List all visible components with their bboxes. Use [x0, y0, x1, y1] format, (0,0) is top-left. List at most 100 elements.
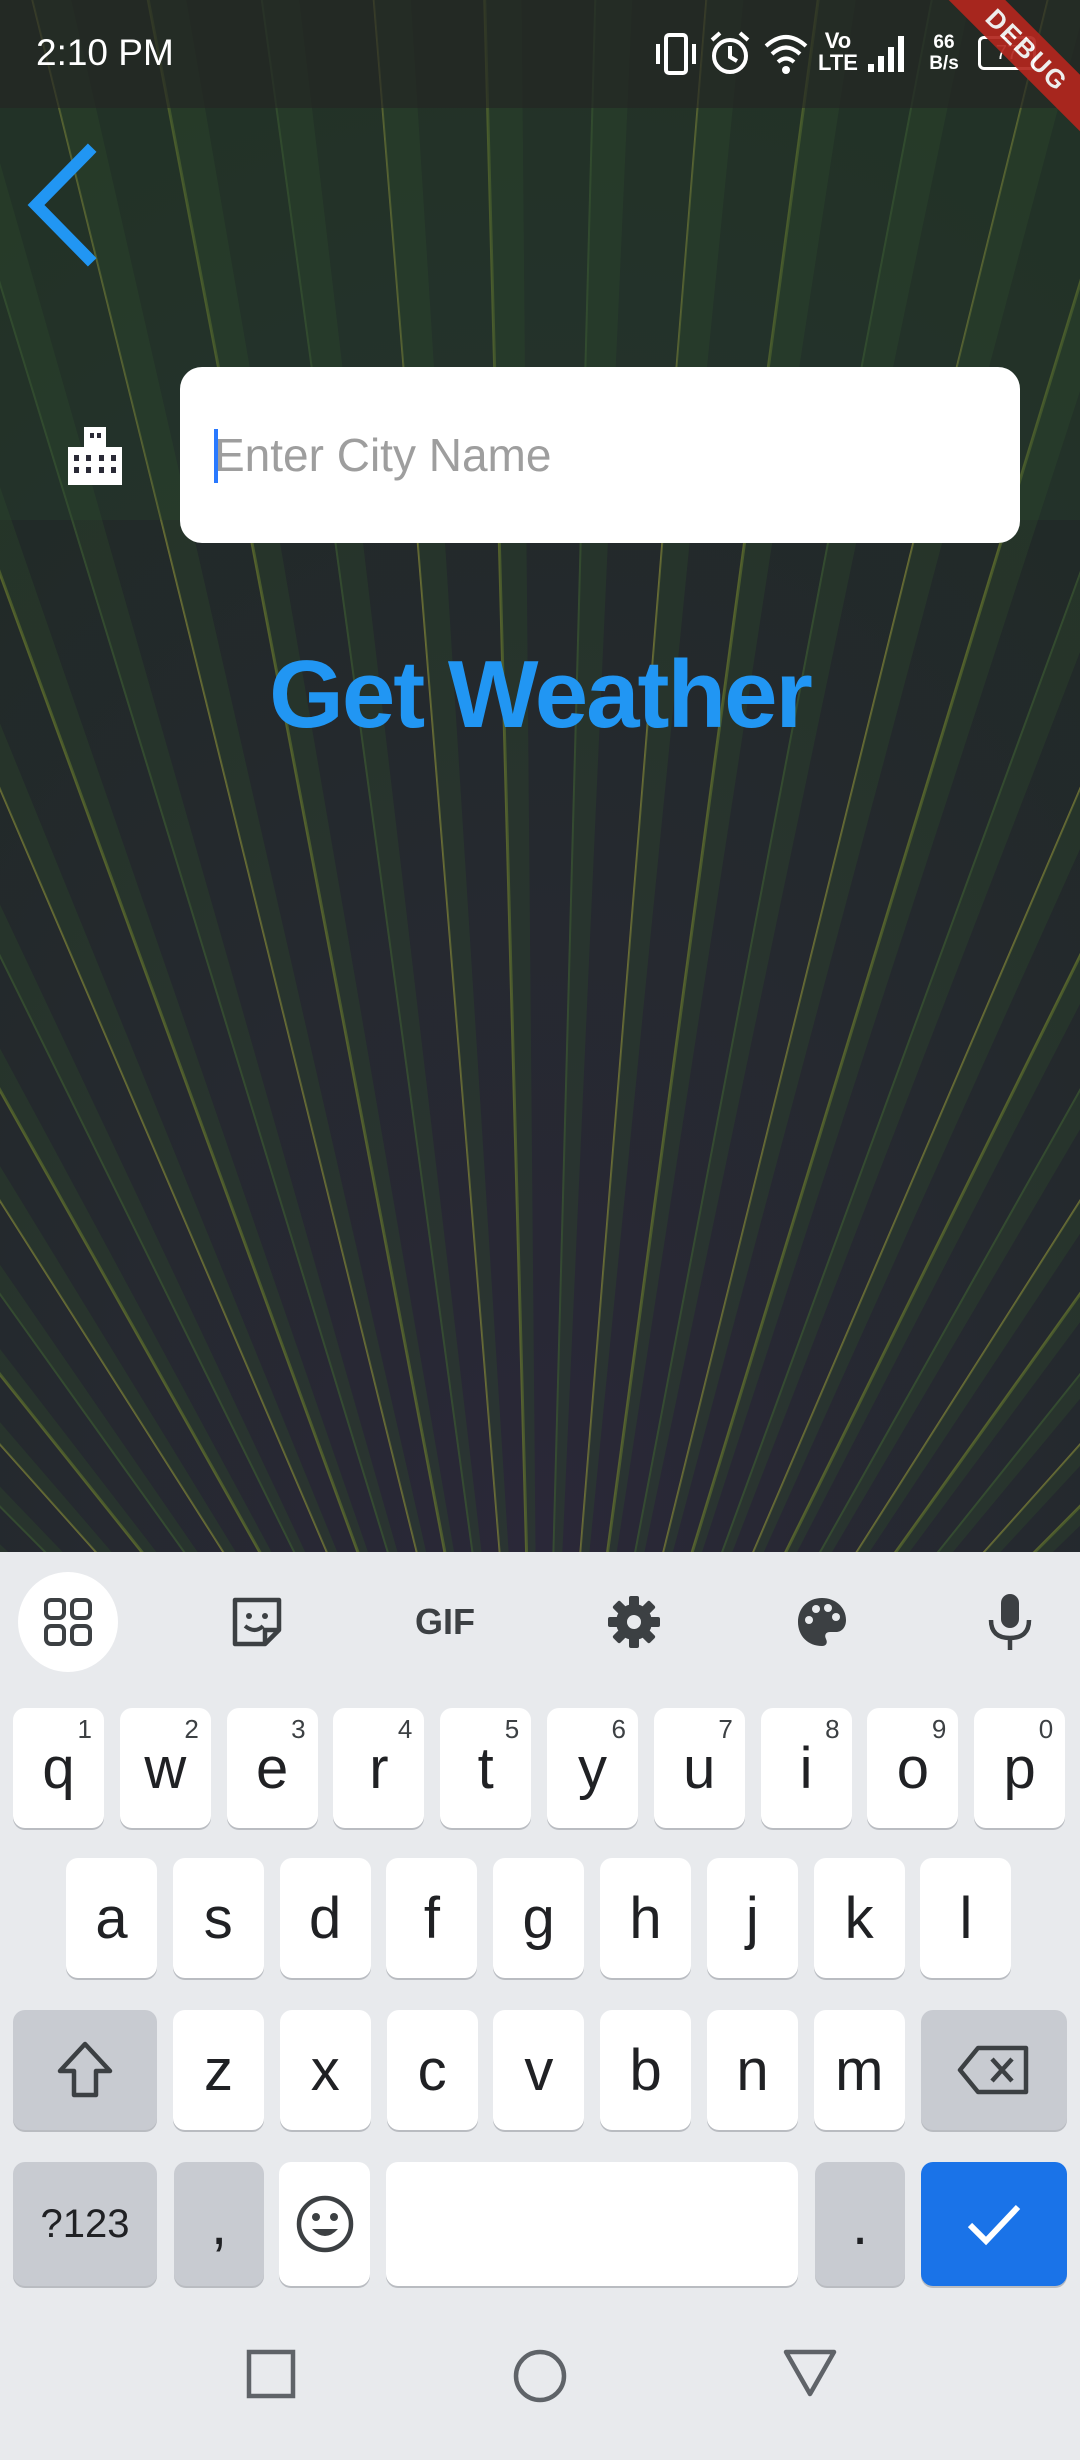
status-bar: 2:10 PM Vo LTE 66 B/s 77 DEBUG — [0, 0, 1080, 146]
voice-input-button[interactable] — [960, 1572, 1060, 1672]
key-hint: 7 — [718, 1714, 733, 1744]
key-n[interactable]: n — [707, 2010, 798, 2130]
city-input-container[interactable] — [180, 367, 1020, 543]
key-u[interactable]: u7 — [653, 1708, 745, 1828]
key-e[interactable]: e3 — [226, 1708, 318, 1828]
key-label: t — [477, 1735, 494, 1801]
key-label: a — [95, 1885, 128, 1951]
key-label: m — [835, 2037, 884, 2103]
signal-icon — [868, 36, 904, 72]
key-label: e — [255, 1735, 289, 1801]
emoji-key[interactable] — [279, 2162, 370, 2286]
key-label: v — [524, 2037, 554, 2103]
text-cursor — [214, 429, 218, 483]
sticker-icon — [232, 1597, 282, 1647]
key-label: p — [1003, 1735, 1036, 1801]
key-y[interactable]: y6 — [547, 1708, 638, 1828]
vibrate-icon — [656, 33, 696, 75]
key-r[interactable]: r4 — [333, 1708, 425, 1828]
theme-button[interactable] — [772, 1572, 872, 1672]
key-x[interactable]: x — [279, 2010, 371, 2130]
key-o[interactable]: o9 — [867, 1708, 959, 1828]
sticker-button[interactable] — [207, 1572, 307, 1672]
key-label: h — [629, 1885, 662, 1951]
settings-icon — [608, 1596, 660, 1648]
key-label: s — [203, 1885, 233, 1951]
key-label: n — [736, 2037, 769, 2103]
volte-indicator: Vo LTE — [818, 28, 858, 75]
key-d[interactable]: d — [279, 1858, 371, 1978]
backspace-icon — [957, 2045, 1029, 2095]
key-hint: 9 — [931, 1714, 947, 1744]
symbols-key[interactable]: ?123 — [13, 2162, 157, 2286]
key-label: u — [683, 1735, 716, 1801]
key-q[interactable]: q1 — [13, 1708, 104, 1828]
key-hint: 4 — [397, 1714, 413, 1744]
palette-icon — [798, 1598, 846, 1646]
key-z[interactable]: z — [173, 2010, 264, 2130]
key-v[interactable]: v — [493, 2010, 585, 2130]
wifi-icon — [764, 35, 808, 74]
key-w[interactable]: w2 — [119, 1708, 211, 1828]
key-g[interactable]: g — [493, 1858, 585, 1978]
keyboard-apps-button[interactable] — [18, 1572, 118, 1672]
chevron-left-icon — [27, 143, 97, 267]
check-icon — [967, 2204, 1021, 2246]
key-hint: 0 — [1038, 1714, 1054, 1744]
city-name-input[interactable] — [214, 367, 994, 543]
status-time: 2:10 PM — [36, 32, 174, 73]
key-j[interactable]: j — [706, 1858, 798, 1978]
emoji-icon — [296, 2195, 353, 2253]
key-label: o — [896, 1735, 930, 1801]
key-label: l — [959, 1885, 973, 1951]
key-label: g — [522, 1885, 555, 1951]
location-city-icon — [68, 427, 122, 485]
key-hint: 6 — [611, 1714, 626, 1744]
key-l[interactable]: l — [920, 1858, 1012, 1978]
comma-key[interactable]: , — [174, 2162, 264, 2286]
key-label: x — [310, 2037, 340, 2103]
key-label: i — [799, 1735, 813, 1801]
background-image — [0, 0, 1080, 1552]
home-icon[interactable] — [512, 2348, 568, 2404]
key-s[interactable]: s — [172, 1858, 264, 1978]
net-speed-indicator: 66 B/s — [929, 32, 959, 74]
key-label: r — [369, 1735, 389, 1801]
key-t[interactable]: t5 — [440, 1708, 532, 1828]
mic-icon — [988, 1594, 1032, 1650]
back-icon[interactable] — [782, 2348, 838, 2400]
keyboard: GIF q 1 w 2 e 3 r 4 t 5 y 6 u 7 i 8 o 9 … — [0, 1552, 1080, 2308]
gif-button[interactable]: GIF — [395, 1572, 495, 1672]
period-key[interactable]: . — [815, 2162, 905, 2286]
key-b[interactable]: b — [600, 2010, 692, 2130]
key-label: f — [423, 1885, 440, 1951]
key-hint: 8 — [825, 1714, 840, 1744]
key-label: b — [629, 2037, 662, 2103]
get-weather-button[interactable]: Get Weather — [0, 640, 1080, 750]
gif-icon: GIF — [415, 1601, 475, 1642]
key-label: k — [844, 1885, 874, 1951]
key-p[interactable]: p0 — [974, 1708, 1066, 1828]
key-label: d — [308, 1885, 342, 1951]
key-i[interactable]: i8 — [760, 1708, 852, 1828]
alarm-icon — [710, 31, 750, 74]
key-k[interactable]: k — [813, 1858, 905, 1978]
shift-icon — [57, 2041, 113, 2098]
back-button[interactable] — [20, 140, 110, 270]
key-label: j — [745, 1885, 759, 1951]
key-hint: 1 — [77, 1714, 92, 1744]
key-m[interactable]: m — [813, 2010, 905, 2130]
done-key[interactable] — [921, 2162, 1067, 2286]
key-hint: 2 — [184, 1714, 199, 1744]
shift-key[interactable] — [13, 2010, 157, 2130]
key-a[interactable]: a — [66, 1858, 157, 1978]
key-label: q — [42, 1735, 75, 1801]
backspace-key[interactable] — [921, 2010, 1067, 2130]
space-key[interactable] — [386, 2162, 798, 2286]
key-f[interactable]: f — [386, 1858, 478, 1978]
key-c[interactable]: c — [386, 2010, 478, 2130]
apps-icon — [44, 1598, 92, 1646]
key-h[interactable]: h — [600, 1858, 691, 1978]
keyboard-settings-button[interactable] — [584, 1572, 684, 1672]
recents-icon[interactable] — [245, 2348, 297, 2400]
